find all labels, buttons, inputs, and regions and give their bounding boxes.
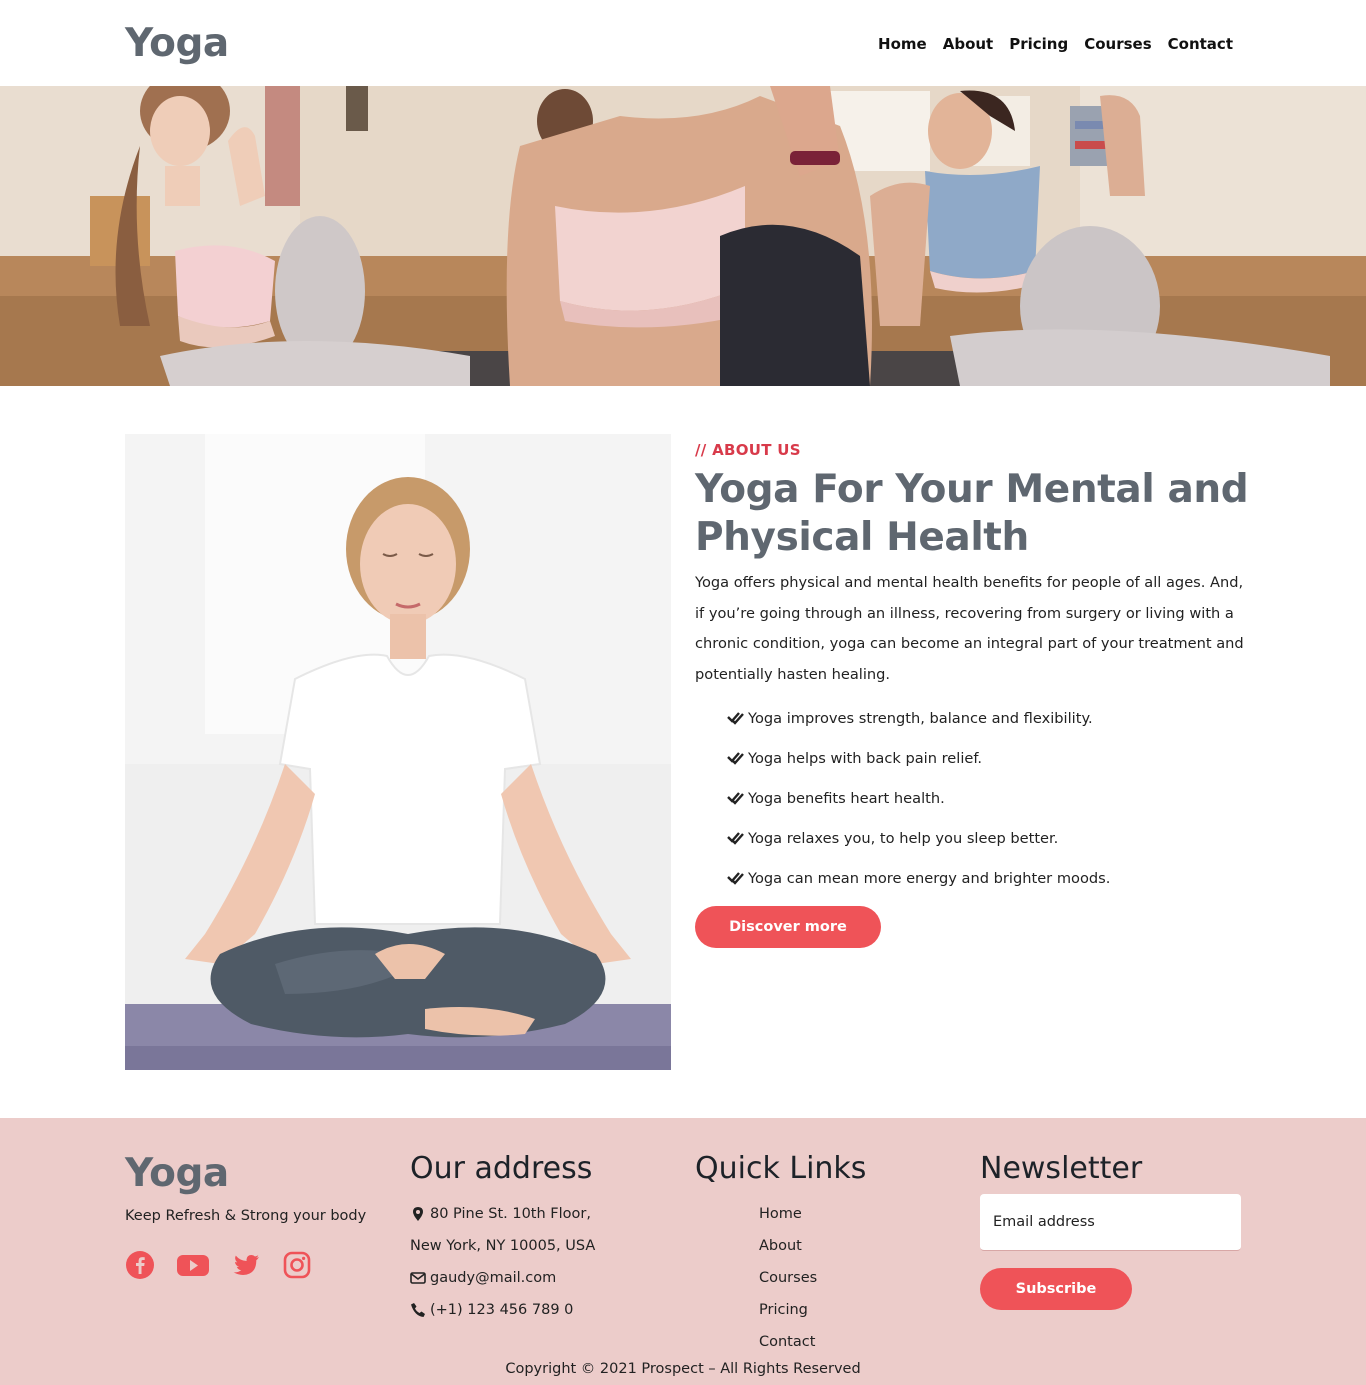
hero-banner — [0, 86, 1366, 386]
youtube-icon[interactable] — [176, 1250, 210, 1280]
newsletter-heading: Newsletter — [980, 1151, 1143, 1186]
list-item: Yoga helps with back pain relief. — [727, 738, 1110, 778]
address-list: 80 Pine St. 10th Floor, New York, NY 100… — [410, 1198, 595, 1326]
phone-icon — [411, 1303, 425, 1317]
footer-link-home[interactable]: Home — [759, 1206, 802, 1222]
footer-link-courses[interactable]: Courses — [759, 1270, 817, 1286]
envelope-icon — [410, 1272, 426, 1284]
footer-brand[interactable]: Yoga — [125, 1148, 229, 1200]
address-phone[interactable]: (+1) 123 456 789 0 — [410, 1294, 595, 1326]
footer-tagline: Keep Refresh & Strong your body — [125, 1208, 367, 1224]
list-item-label: Yoga can mean more energy and brighter m… — [748, 869, 1111, 887]
about-image — [125, 434, 671, 1070]
list-item: Yoga benefits heart health. — [727, 778, 1110, 818]
address-heading: Our address — [410, 1151, 593, 1186]
footer-link-contact[interactable]: Contact — [759, 1334, 815, 1350]
double-check-icon — [727, 752, 744, 765]
about-eyebrow: // ABOUT US — [695, 441, 801, 459]
footer-link-about[interactable]: About — [759, 1238, 802, 1254]
double-check-icon — [727, 872, 744, 885]
twitter-icon[interactable] — [231, 1250, 261, 1280]
nav-courses[interactable]: Courses — [1084, 31, 1151, 57]
nav-about[interactable]: About — [943, 31, 994, 57]
double-check-icon — [727, 712, 744, 725]
copyright-text: Copyright © 2021 Prospect – All Rights R… — [505, 1361, 861, 1377]
benefits-list: Yoga improves strength, balance and flex… — [727, 698, 1110, 898]
instagram-icon[interactable] — [282, 1250, 312, 1280]
address-email[interactable]: gaudy@mail.com — [410, 1262, 595, 1294]
list-item: Yoga can mean more energy and brighter m… — [727, 858, 1110, 898]
about-text: Yoga offers physical and mental health b… — [695, 574, 1244, 683]
nav-pricing[interactable]: Pricing — [1009, 31, 1068, 57]
social-links — [125, 1250, 312, 1280]
quick-links-list: Home About Courses Pricing Contact — [759, 1198, 817, 1358]
facebook-icon[interactable] — [125, 1250, 155, 1280]
list-item-label: Yoga helps with back pain relief. — [748, 749, 983, 767]
list-item: Yoga relaxes you, to help you sleep bett… — [727, 818, 1110, 858]
site-footer: Yoga Keep Refresh & Strong your body Our… — [0, 1118, 1366, 1385]
address-line-1: 80 Pine St. 10th Floor, — [410, 1198, 595, 1230]
discover-more-button[interactable]: Discover more — [695, 906, 881, 948]
main-nav: Home About Pricing Courses Contact — [878, 31, 1233, 57]
list-item-label: Yoga relaxes you, to help you sleep bett… — [748, 829, 1059, 847]
subscribe-button[interactable]: Subscribe — [980, 1268, 1132, 1310]
double-check-icon — [727, 832, 744, 845]
map-pin-icon — [413, 1207, 423, 1221]
list-item-label: Yoga improves strength, balance and flex… — [748, 709, 1093, 727]
brand-logo[interactable]: Yoga — [125, 18, 229, 70]
meditating-woman-photo — [125, 434, 671, 1070]
footer-link-pricing[interactable]: Pricing — [759, 1302, 808, 1318]
newsletter-email-input[interactable] — [980, 1194, 1241, 1251]
nav-contact[interactable]: Contact — [1168, 31, 1233, 57]
list-item-label: Yoga benefits heart health. — [748, 789, 945, 807]
list-item: Yoga improves strength, balance and flex… — [727, 698, 1110, 738]
address-line-2: New York, NY 10005, USA — [410, 1238, 596, 1254]
double-check-icon — [727, 792, 744, 805]
site-header: Yoga Home About Pricing Courses Contact — [0, 0, 1366, 86]
about-title: Yoga For Your Mental and Physical Health — [695, 467, 1249, 560]
nav-home[interactable]: Home — [878, 31, 927, 57]
yoga-class-photo — [0, 86, 1366, 386]
quick-links-heading: Quick Links — [695, 1151, 867, 1186]
